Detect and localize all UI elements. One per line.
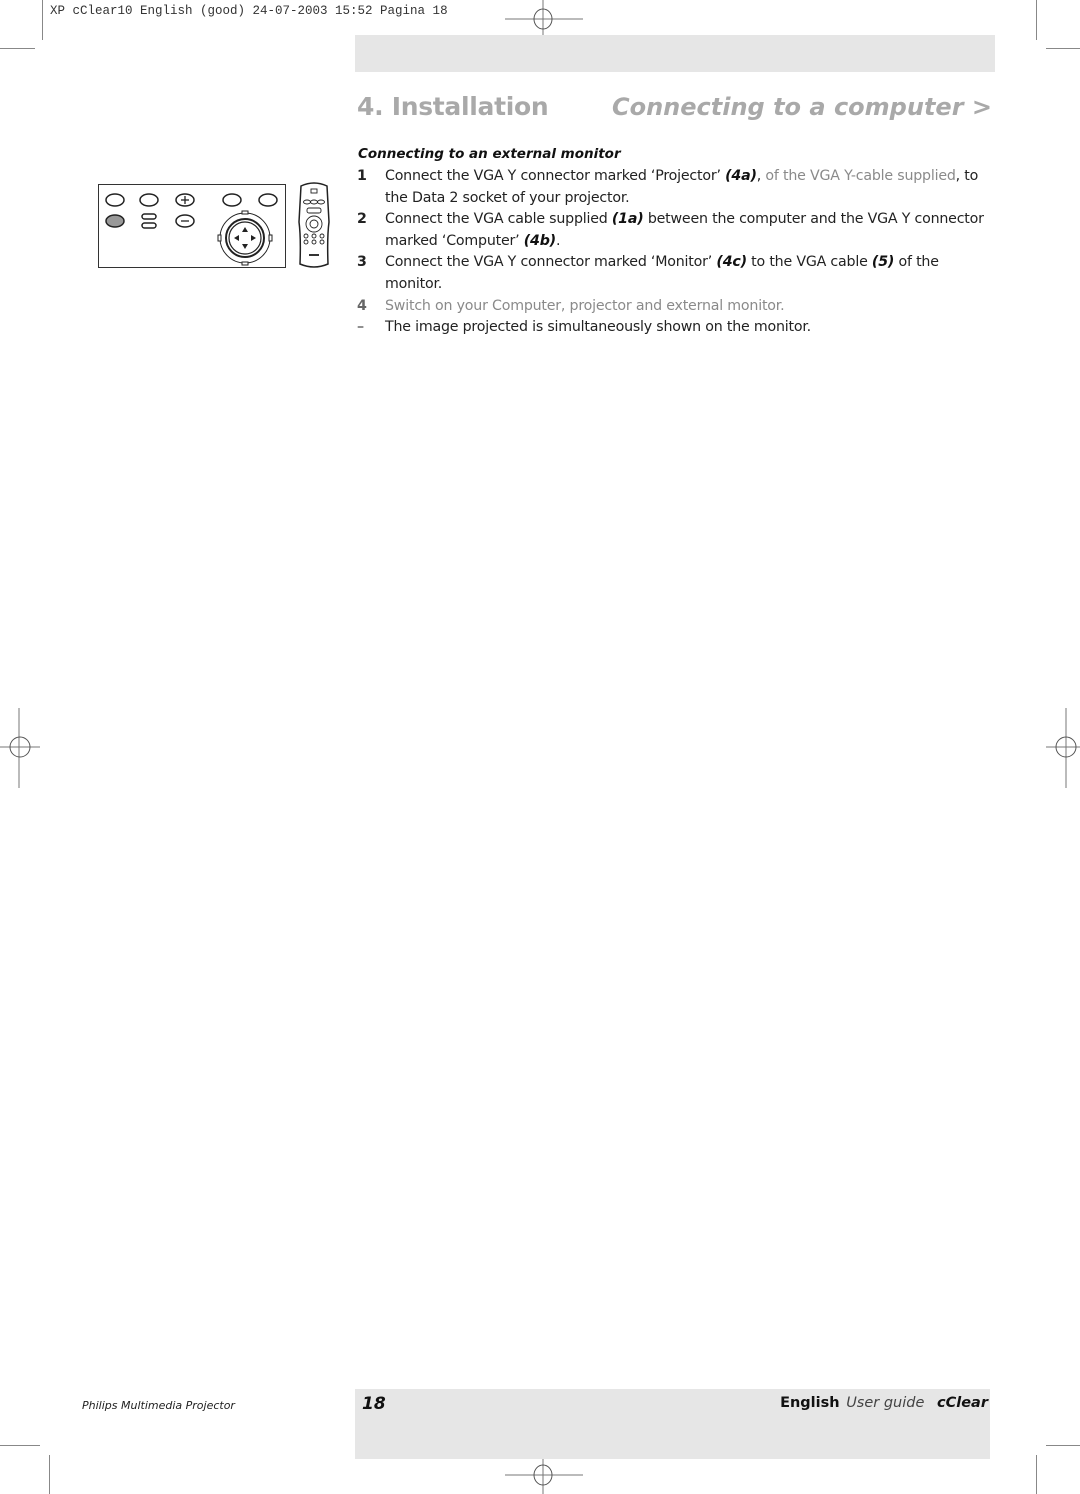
ok-button-icon: [258, 193, 278, 207]
step-text-part: Connect the VGA Y connector marked ‘Moni…: [385, 254, 717, 271]
step-text-part: Connect the VGA cable supplied: [385, 211, 612, 228]
step-text: Connect the VGA Y connector marked ‘Proj…: [385, 166, 987, 209]
brand-label: cClear: [937, 1395, 988, 1411]
remote-control-icon: [298, 182, 330, 268]
step-number: 3: [357, 254, 367, 271]
step-text-muted: of the VGA Y-cable supplied: [765, 168, 956, 184]
guide-label: User guide: [846, 1395, 925, 1411]
control-panel-illustration: [98, 184, 286, 268]
arrow-right-icon: [251, 235, 256, 241]
subheading: Connecting to an external monitor: [358, 146, 621, 162]
standby-button-icon: [105, 214, 125, 228]
crop-mark: [1046, 48, 1080, 49]
temp-indicator-icon: [141, 222, 157, 229]
step-text: The image projected is simultaneously sh…: [385, 319, 811, 336]
language-label: English: [780, 1395, 840, 1411]
reference-label: (4c): [716, 254, 747, 271]
product-name: Philips Multimedia Projector: [82, 1399, 235, 1412]
step-item: 2 Connect the VGA cable supplied (1a) be…: [357, 209, 987, 252]
source-button-icon: [139, 193, 159, 207]
arrow-up-icon: [242, 227, 248, 232]
step-text: Connect the VGA Y connector marked ‘Moni…: [385, 252, 987, 295]
page-number: 18: [362, 1394, 386, 1414]
arrow-left-icon: [234, 235, 239, 241]
crop-mark: [1036, 1455, 1037, 1494]
step-item: 4 Switch on your Computer, projector and…: [357, 296, 987, 318]
step-item: 1 Connect the VGA Y connector marked ‘Pr…: [357, 166, 987, 209]
control-panel-drawing: [105, 193, 278, 266]
crop-mark: [1036, 0, 1037, 40]
av-mute-button-icon: [105, 193, 125, 207]
reference-label: (1a): [611, 211, 644, 228]
header-band: [355, 35, 995, 72]
step-number: 2: [357, 211, 367, 228]
step-text-part: Connect the VGA Y connector marked ‘Proj…: [385, 168, 726, 184]
step-bullet: –: [357, 319, 365, 336]
step-item: 3 Connect the VGA Y connector marked ‘Mo…: [357, 252, 987, 295]
arrow-down-icon: [242, 244, 248, 249]
reference-label: (4b): [523, 232, 556, 249]
crop-mark: [49, 1455, 50, 1494]
crop-mark: [42, 0, 43, 40]
crop-mark: [0, 48, 35, 49]
registration-mark-icon: [0, 708, 40, 788]
step-text: Connect the VGA cable supplied (1a) betw…: [385, 209, 987, 252]
footer-guide-label: English User guide cClear: [780, 1395, 988, 1411]
crop-mark: [0, 1445, 40, 1446]
step-number: 4: [357, 297, 367, 314]
step-text: Switch on your Computer, projector and e…: [385, 297, 785, 314]
instruction-list: 1 Connect the VGA Y connector marked ‘Pr…: [357, 166, 987, 339]
step-item: – The image projected is simultaneously …: [357, 317, 987, 339]
step-text-part: to the VGA cable: [746, 254, 872, 271]
lamp-indicator-icon: [141, 213, 157, 220]
menu-button-icon: [222, 193, 242, 207]
crop-mark: [1046, 1445, 1080, 1446]
step-text-part: .: [555, 232, 561, 249]
reference-label: (5): [871, 254, 895, 271]
subsection-title: Connecting to a computer >: [611, 93, 992, 121]
reference-label: (4a): [725, 168, 757, 184]
registration-mark-icon: [1046, 708, 1080, 788]
section-title: 4. Installation: [357, 92, 549, 121]
print-slug: XP cClear10 English (good) 24-07-2003 15…: [50, 4, 448, 18]
step-number: 1: [357, 168, 367, 184]
registration-mark-icon: [505, 1455, 583, 1494]
